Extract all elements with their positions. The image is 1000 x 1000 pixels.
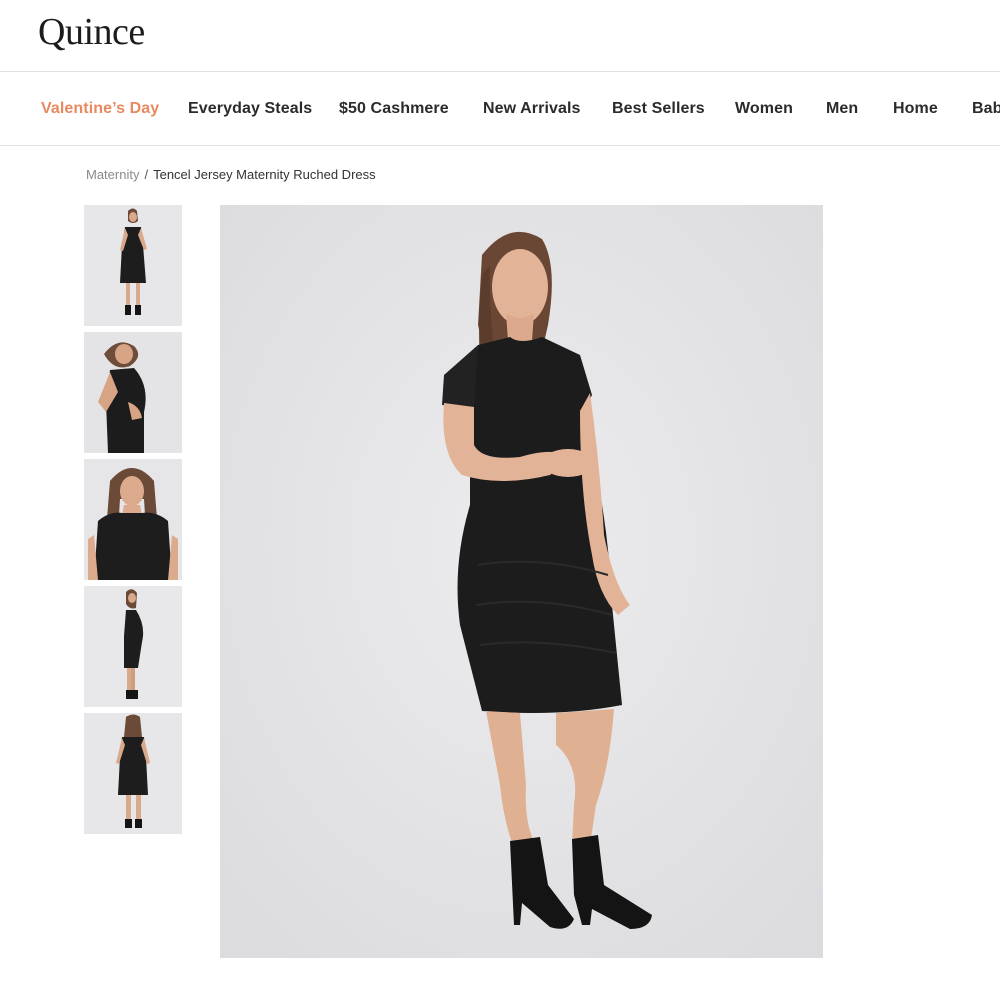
product-photo-front-icon [84,205,182,326]
product-photo-profile-icon [84,586,182,707]
nav-item-cashmere[interactable]: $50 Cashmere [339,100,449,118]
site-header: Quince [0,0,1000,72]
thumbnail-4[interactable] [84,586,182,707]
product-photo-side-icon [84,332,182,453]
nav-item-women[interactable]: Women [735,100,793,118]
product-photo-back-icon [84,713,182,834]
nav-item-home[interactable]: Home [893,100,938,118]
breadcrumb-link-maternity[interactable]: Maternity [86,167,139,182]
nav-item-baby[interactable]: Baby [972,100,1000,118]
breadcrumb: Maternity / Tencel Jersey Maternity Ruched… [86,167,376,182]
thumbnail-list [84,205,182,840]
breadcrumb-current: Tencel Jersey Maternity Ruched Dress [153,167,376,182]
thumbnail-2[interactable] [84,332,182,453]
thumbnail-3[interactable] [84,459,182,580]
thumbnail-1[interactable] [84,205,182,326]
brand-logo[interactable]: Quince [38,10,145,54]
product-photo-closeup-icon [84,459,182,580]
nav-item-men[interactable]: Men [826,100,858,118]
breadcrumb-separator: / [144,167,149,182]
nav-item-everyday-steals[interactable]: Everyday Steals [188,100,312,118]
nav-item-new-arrivals[interactable]: New Arrivals [483,100,581,118]
main-product-image[interactable] [220,205,823,958]
main-navigation: Valentine’s Day Everyday Steals $50 Cash… [0,72,1000,146]
nav-item-best-sellers[interactable]: Best Sellers [612,100,705,118]
product-photo-main-icon [220,205,823,958]
thumbnail-5[interactable] [84,713,182,834]
nav-item-valentines-day[interactable]: Valentine’s Day [41,100,159,118]
